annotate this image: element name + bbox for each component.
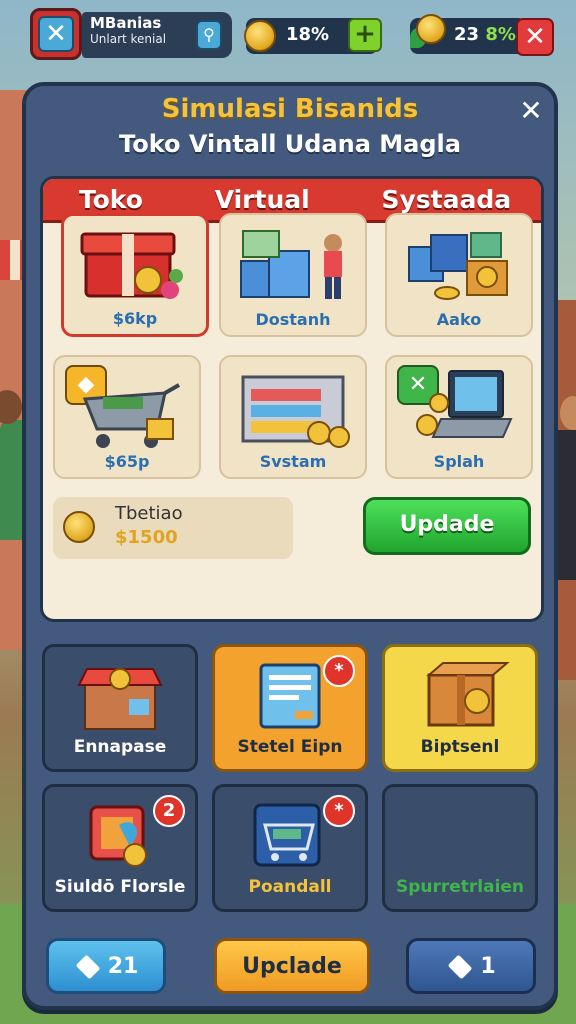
laptop-icon	[387, 363, 531, 451]
tile-label: Ennapase	[73, 737, 167, 757]
item-price: $6kp	[112, 309, 158, 328]
panel-title: Simulasi Bisanids	[161, 94, 419, 124]
balance-box: Tbetiao $1500	[53, 497, 293, 559]
item-price: $65p	[104, 452, 150, 471]
panel-close-button[interactable]: ✕	[516, 96, 546, 126]
update-button[interactable]: Updade	[363, 497, 531, 555]
coin-icon	[244, 20, 276, 52]
close-button[interactable]: ✕	[516, 18, 554, 56]
diamond-icon	[75, 954, 101, 980]
store-icon	[45, 655, 195, 735]
tile-siuldo-florsle[interactable]: 2 Siuldō Florsle	[42, 784, 198, 912]
balance-label: Tbetiao	[115, 503, 183, 524]
tab-systaada[interactable]: Systaada	[381, 185, 511, 214]
shop-item[interactable]: Svstam	[219, 355, 367, 479]
item-name: Aako	[436, 310, 482, 329]
top-hud: ✕ MBanias Unlart kenial ⚲ 18% + 23 8% ✕	[0, 0, 576, 78]
card-icon	[215, 655, 365, 735]
bottom-bar: 21 Upclade 1	[42, 938, 542, 998]
item-name: Splah	[433, 452, 485, 471]
gem-percent: 8%	[485, 24, 516, 45]
package-icon	[385, 655, 535, 735]
background-character-left	[0, 390, 22, 540]
tile-biptsenl[interactable]: Biptsenl	[382, 644, 538, 772]
tile-label: Spurretrlaien	[395, 877, 525, 897]
tab-virtual[interactable]: Virtual	[215, 185, 310, 214]
gem-button[interactable]: 21	[46, 938, 166, 994]
coin-value: 18%	[286, 24, 330, 45]
shop-counter-icon	[221, 221, 365, 309]
tile-ennapase[interactable]: Ennapase	[42, 644, 198, 772]
tile-spurretrlaien[interactable]: Spurretrlaien	[382, 784, 538, 912]
tab-toko[interactable]: Toko	[79, 185, 143, 214]
close-icon: ✕	[38, 16, 74, 52]
shop-window: Toko Virtual Systaada $6kp Dostanh Aako …	[40, 176, 544, 622]
shop-item[interactable]: Aako	[385, 213, 533, 337]
tile-label: Stetel Eipn	[237, 737, 343, 757]
crates-icon	[387, 221, 531, 309]
shop-item[interactable]: Dostanh	[219, 213, 367, 337]
shelf-icon	[221, 363, 365, 451]
right-count: 1	[480, 954, 496, 979]
background-character-right	[558, 396, 576, 580]
coin-stack-icon	[63, 511, 95, 543]
tile-label: Poandall	[248, 877, 332, 897]
coin-stack-icon	[416, 14, 446, 44]
diamond-icon	[447, 954, 473, 980]
gem-count: 21	[107, 954, 139, 979]
cart-icon	[215, 795, 365, 875]
shop-item[interactable]: $6kp	[61, 213, 209, 337]
gem-button-right[interactable]: 1	[406, 938, 536, 994]
upgrade-button[interactable]: Upclade	[214, 938, 370, 994]
shop-panel: Simulasi Bisanids Toko Vintall Udana Mag…	[22, 82, 558, 1010]
shopping-cart-icon	[55, 363, 199, 451]
location-pin-icon[interactable]: ⚲	[196, 20, 222, 50]
gem-counter: 23 8%	[410, 14, 526, 54]
balance-value: $1500	[115, 527, 178, 548]
coin-device-icon	[45, 795, 195, 875]
action-tiles: Ennapase * Stetel Eipn Biptsenl 2 Siuldō…	[42, 644, 542, 914]
tile-label: Biptsenl	[420, 737, 500, 757]
item-name: Dostanh	[255, 310, 331, 329]
tile-label: Siuldō Florsle	[54, 877, 186, 897]
tile-poandall[interactable]: * Poandall	[212, 784, 368, 912]
item-grid: $6kp Dostanh Aako ◆ $65p Svstam ✕ Splah	[53, 213, 537, 495]
add-coins-button[interactable]: +	[348, 18, 382, 52]
tile-stetel-eipn[interactable]: * Stetel Eipn	[212, 644, 368, 772]
shop-item[interactable]: ✕ Splah	[385, 355, 533, 479]
menu-button[interactable]: ✕	[30, 8, 82, 60]
item-name: Svstam	[259, 452, 327, 471]
panel-subtitle: Toko Vintall Udana Magla	[119, 130, 461, 158]
shop-item[interactable]: ◆ $65p	[53, 355, 201, 479]
gem-value: 23	[454, 24, 480, 45]
gift-box-icon	[64, 222, 206, 310]
